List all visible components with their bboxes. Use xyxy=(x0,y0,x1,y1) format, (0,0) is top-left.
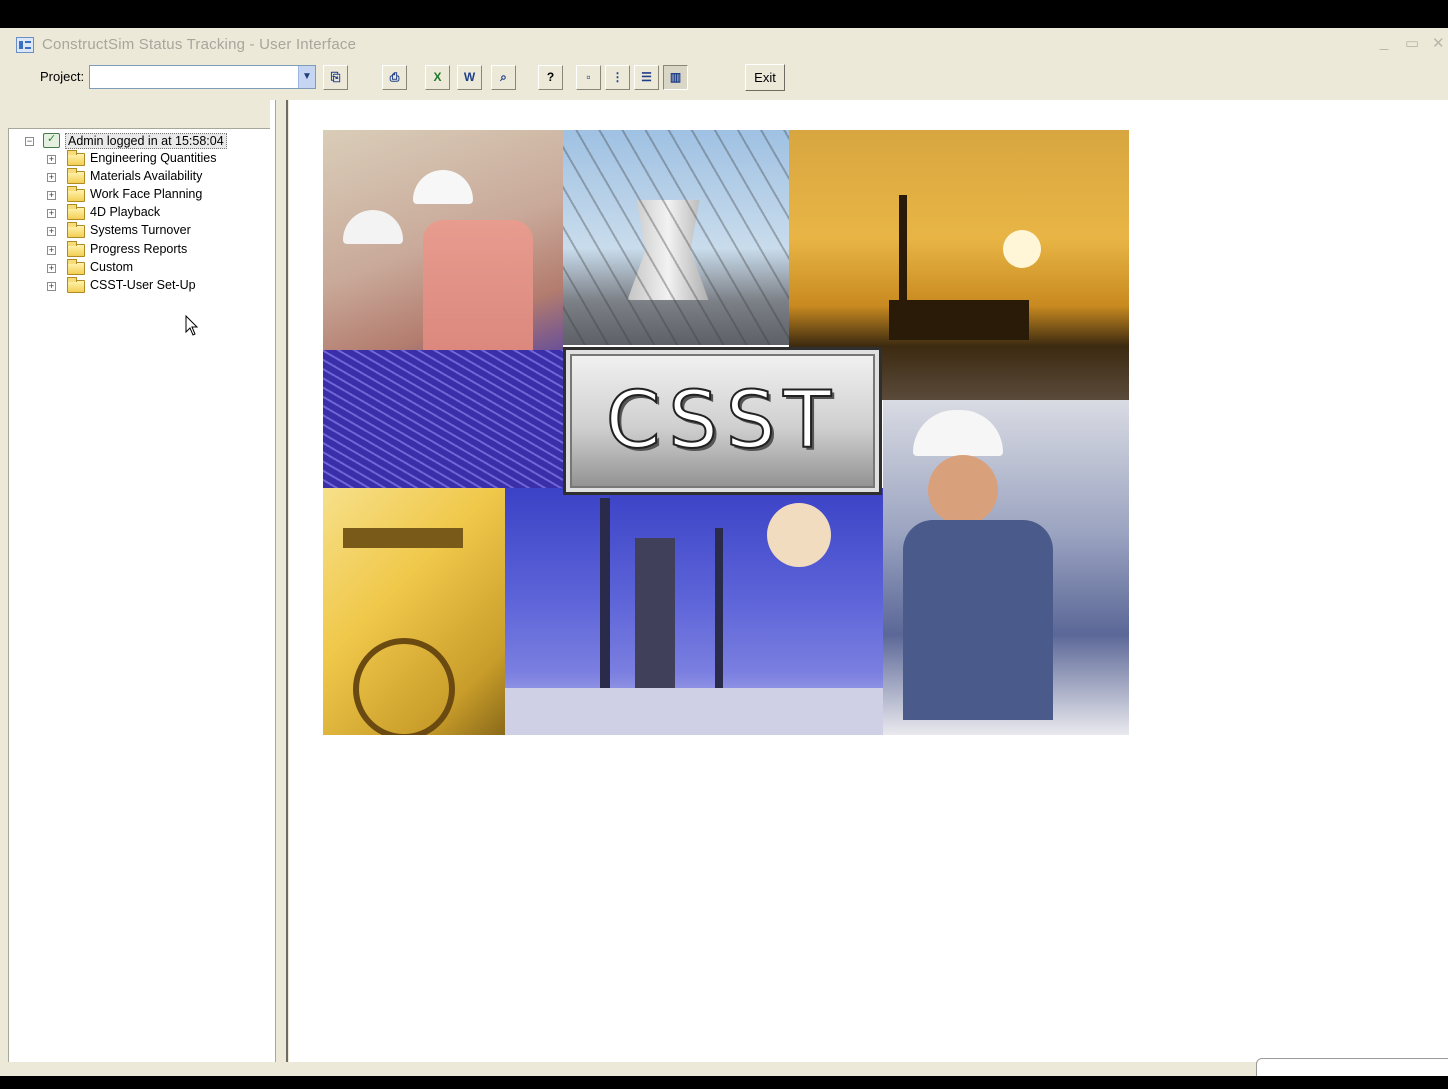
window-title: ConstructSim Status Tracking - User Inte… xyxy=(42,36,357,53)
export-excel-button[interactable]: X xyxy=(425,65,450,90)
help-icon: ? xyxy=(546,70,555,84)
excel-icon: X xyxy=(433,70,442,84)
folder-icon xyxy=(67,150,85,166)
tree-item-systems-turnover[interactable]: Systems Turnover xyxy=(90,223,191,237)
tree-item-materials-availability[interactable]: Materials Availability xyxy=(90,169,202,183)
pane-splitter[interactable] xyxy=(276,100,288,1062)
tree-item-csst-user-setup[interactable]: CSST-User Set-Up xyxy=(90,278,196,292)
folder-icon xyxy=(67,204,85,220)
project-dropdown[interactable]: ▼ xyxy=(89,65,316,89)
details-icon: ▥ xyxy=(669,70,682,84)
tree-item-engineering-quantities[interactable]: Engineering Quantities xyxy=(90,151,216,165)
mouse-cursor-icon xyxy=(185,315,199,336)
worker-photo xyxy=(883,400,1129,735)
engineers-photo xyxy=(323,130,563,488)
close-button[interactable]: ✕ xyxy=(1432,34,1445,52)
chevron-down-icon[interactable]: ▼ xyxy=(298,66,315,88)
expand-toggle[interactable]: + xyxy=(47,173,56,182)
project-label: Project: xyxy=(40,69,85,84)
session-icon xyxy=(43,132,60,148)
maximize-button[interactable]: ▭ xyxy=(1405,34,1419,52)
word-icon: W xyxy=(463,70,476,84)
app-icon xyxy=(16,37,34,53)
small-icons-icon: ⋮ xyxy=(611,70,624,84)
export-word-button[interactable]: W xyxy=(457,65,482,90)
preview-button[interactable]: ⌕ xyxy=(491,65,516,90)
screen-border-bottom xyxy=(0,1076,1448,1089)
minimize-button[interactable]: _ xyxy=(1380,34,1388,51)
expand-toggle[interactable]: + xyxy=(47,282,56,291)
large-icons-icon: ▫ xyxy=(586,70,591,84)
cooling-tower-photo xyxy=(563,130,789,345)
expand-toggle[interactable]: + xyxy=(47,227,56,236)
expand-toggle[interactable]: + xyxy=(47,209,56,218)
magnifier-icon: ⌕ xyxy=(500,70,507,84)
view-small-icons-button[interactable]: ⋮ xyxy=(605,65,630,90)
list-icon: ☰ xyxy=(641,70,652,84)
tree-item-progress-reports[interactable]: Progress Reports xyxy=(90,242,187,256)
expand-toggle[interactable]: + xyxy=(47,155,56,164)
machinery-photo xyxy=(323,488,505,735)
help-button[interactable]: ? xyxy=(538,65,563,90)
csst-logo-plate: CSST xyxy=(563,347,882,495)
print-icon: ⎙ xyxy=(389,70,400,84)
title-bar[interactable]: ConstructSim Status Tracking - User Inte… xyxy=(0,28,1448,62)
exit-button[interactable]: Exit xyxy=(745,64,785,91)
tree-item-work-face-planning[interactable]: Work Face Planning xyxy=(90,187,202,201)
folder-icon xyxy=(67,186,85,202)
folder-icon xyxy=(67,277,85,293)
folder-icon xyxy=(67,168,85,184)
tree-item-4d-playback[interactable]: 4D Playback xyxy=(90,205,160,219)
collapse-toggle[interactable]: − xyxy=(25,137,34,146)
tree-root-label[interactable]: Admin logged in at 15:58:04 xyxy=(65,133,227,149)
open-icon: ⎘ xyxy=(330,70,341,84)
csst-logo-text: CSST xyxy=(605,375,840,467)
view-details-button[interactable]: ▥ xyxy=(663,65,688,90)
open-project-button[interactable]: ⎘ xyxy=(323,65,348,90)
view-list-button[interactable]: ☰ xyxy=(634,65,659,90)
print-button[interactable]: ⎙ xyxy=(382,65,407,90)
expand-toggle[interactable]: + xyxy=(47,264,56,273)
expand-toggle[interactable]: + xyxy=(47,246,56,255)
tree-item-custom[interactable]: Custom xyxy=(90,260,133,274)
folder-icon xyxy=(67,222,85,238)
status-bar xyxy=(0,1062,1448,1076)
refinery-photo xyxy=(505,488,883,735)
folder-icon xyxy=(67,259,85,275)
view-large-icons-button[interactable]: ▫ xyxy=(576,65,601,90)
folder-icon xyxy=(67,241,85,257)
tree-header xyxy=(8,100,270,129)
expand-toggle[interactable]: + xyxy=(47,191,56,200)
